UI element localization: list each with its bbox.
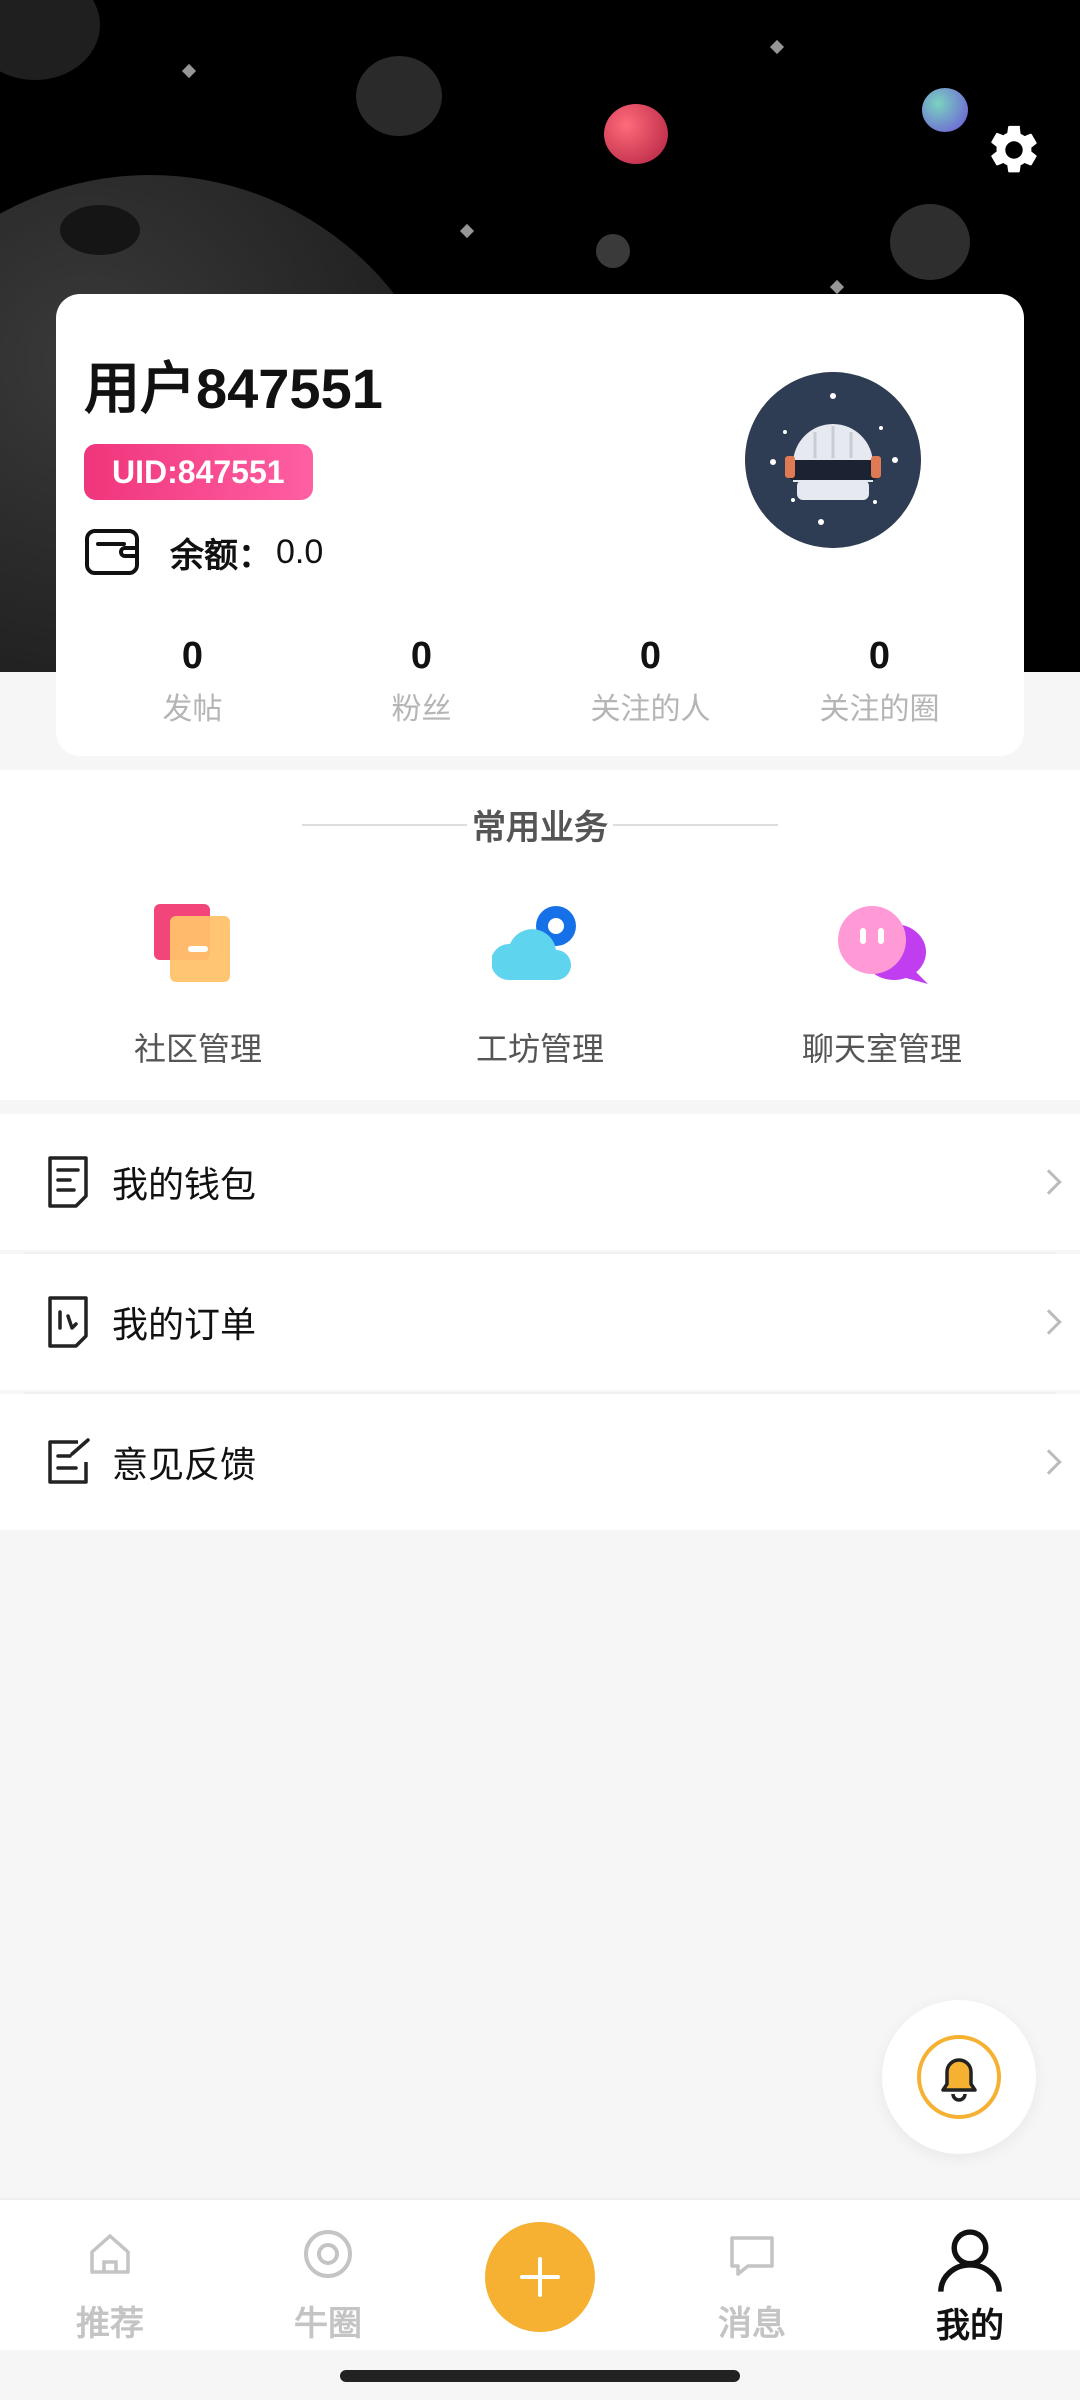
balance-row[interactable]: 余额： 0.0 <box>84 524 323 580</box>
service-label: 社区管理 <box>133 1030 262 1068</box>
community-icon <box>154 904 230 982</box>
bottom-navigation: 推荐 牛圈 消息 我的 <box>0 2198 1080 2350</box>
stat-value: 0 <box>410 635 433 677</box>
title-divider-right <box>613 824 778 826</box>
notification-bell-button[interactable] <box>882 2000 1036 2154</box>
title-divider-left <box>302 824 467 826</box>
nav-circle[interactable]: 牛圈 <box>248 2226 408 2345</box>
balance-value: 0.0 <box>276 532 324 571</box>
order-doc-icon <box>48 1296 88 1348</box>
red-planet-decoration <box>604 104 668 164</box>
nav-mine[interactable]: 我的 <box>890 2226 1050 2347</box>
uid-badge: UID:847551 <box>84 444 313 500</box>
service-label: 工坊管理 <box>475 1030 604 1068</box>
service-label: 聊天室管理 <box>801 1030 962 1068</box>
circle-icon <box>304 2230 352 2278</box>
gear-icon <box>991 125 1037 173</box>
nav-recommend[interactable]: 推荐 <box>30 2226 190 2345</box>
stat-label: 粉丝 <box>391 692 452 727</box>
stat-label: 发帖 <box>162 692 223 727</box>
nav-label: 牛圈 <box>294 2304 362 2344</box>
astronaut-avatar <box>745 372 921 548</box>
blue-planet-decoration <box>922 88 968 132</box>
home-icon <box>90 2234 130 2274</box>
small-planet-decoration <box>596 234 630 268</box>
bell-icon <box>917 2035 1001 2119</box>
workshop-cloud-gear-icon <box>490 906 576 980</box>
stat-posts[interactable]: 0 发帖 <box>78 634 307 728</box>
plus-icon <box>520 2257 560 2297</box>
settings-button[interactable] <box>976 112 1052 188</box>
menu-item-my-wallet[interactable]: 我的钱包 <box>0 1114 1080 1254</box>
stat-value: 0 <box>639 635 662 677</box>
stat-value: 0 <box>181 635 204 677</box>
menu-label: 意见反馈 <box>112 1445 257 1486</box>
message-icon <box>730 2236 774 2276</box>
home-indicator[interactable] <box>340 2370 740 2382</box>
username: 用户847551 <box>84 357 383 420</box>
nav-messages[interactable]: 消息 <box>672 2226 832 2345</box>
nav-label: 推荐 <box>76 2304 144 2344</box>
section-title-text: 常用业务 <box>472 808 608 848</box>
avatar[interactable] <box>745 372 921 548</box>
feedback-edit-icon <box>48 1438 90 1484</box>
service-chatroom-management[interactable]: 聊天室管理 <box>762 900 1002 1070</box>
balance-label: 余额： <box>170 535 272 576</box>
menu-item-my-orders[interactable]: 我的订单 <box>0 1254 1080 1394</box>
stat-followed-circles[interactable]: 0 关注的圈 <box>765 634 994 728</box>
profile-card: 用户847551 UID:847551 余额： 0.0 0 发帖 0 粉丝 0 … <box>56 294 1024 756</box>
service-community-management[interactable]: 社区管理 <box>78 900 318 1070</box>
stat-label: 关注的人 <box>590 692 711 727</box>
nav-label: 我的 <box>936 2306 1004 2346</box>
stat-fans[interactable]: 0 粉丝 <box>307 634 536 728</box>
menu-label: 我的订单 <box>112 1305 257 1346</box>
service-workshop-management[interactable]: 工坊管理 <box>420 900 660 1070</box>
chevron-right-icon <box>1036 1169 1062 1195</box>
nav-label: 消息 <box>718 2304 786 2344</box>
stat-value: 0 <box>868 635 891 677</box>
stat-label: 关注的圈 <box>819 692 940 727</box>
stat-following[interactable]: 0 关注的人 <box>536 634 765 728</box>
common-services-section: 常用业务 社区管理 工坊管理 聊天室管理 <box>0 770 1080 1100</box>
corner-planet-decoration <box>0 0 100 80</box>
planet-decoration <box>356 56 442 136</box>
user-icon <box>938 2229 1002 2292</box>
wallet-doc-icon <box>48 1156 88 1208</box>
menu-item-feedback[interactable]: 意见反馈 <box>0 1394 1080 1530</box>
menu-label: 我的钱包 <box>112 1165 257 1206</box>
chat-bubbles-icon <box>838 906 928 984</box>
section-title: 常用业务 <box>0 800 1080 849</box>
chevron-right-icon <box>1036 1449 1062 1475</box>
chevron-right-icon <box>1036 1309 1062 1335</box>
profile-stats: 0 发帖 0 粉丝 0 关注的人 0 关注的圈 <box>56 634 1024 728</box>
add-post-button[interactable] <box>485 2222 595 2332</box>
wallet-icon <box>85 529 139 575</box>
dark-planet-decoration <box>890 204 970 280</box>
